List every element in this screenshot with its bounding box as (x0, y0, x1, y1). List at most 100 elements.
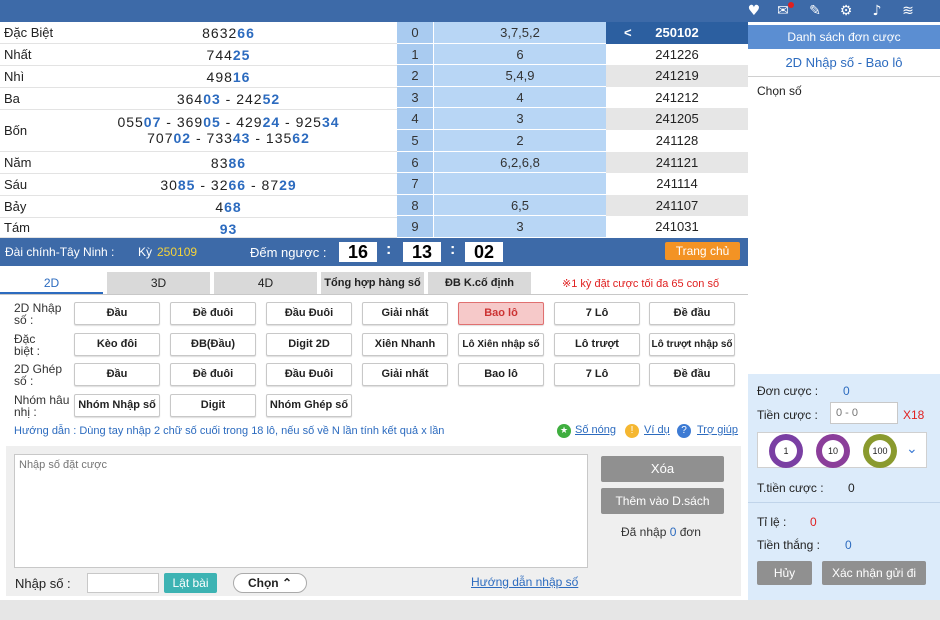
entered-count: Đã nhập 0 đơn (621, 525, 701, 539)
prize-name: Nhất (4, 47, 32, 62)
bet-slip-header: Danh sách đơn cược (748, 25, 940, 49)
top-bar: ♥ ✉ ✎ ⚙ ♪ ≋ (0, 0, 940, 22)
cancel-button[interactable]: Hủy (757, 561, 812, 585)
period-list: <250102 241226 241219 241212 241205 241128 241… (606, 22, 748, 238)
bet-type-button[interactable]: Đầu Đuôi (266, 363, 352, 386)
tab-2d[interactable]: 2D (0, 272, 103, 294)
bet-number-textarea[interactable] (14, 454, 588, 568)
chip-10[interactable]: 10 (816, 434, 850, 468)
bet-type-button[interactable]: Đề đầu (649, 302, 735, 325)
add-to-list-button[interactable]: Thêm vào D.sách (601, 488, 724, 514)
wifi-icon[interactable]: ≋ (898, 1, 918, 21)
tab-3d[interactable]: 3D (107, 272, 210, 294)
bet-type-button[interactable]: Lô trượt (554, 333, 640, 356)
bet-type-button[interactable]: Đầu (74, 363, 160, 386)
prize-name: Nhì (4, 69, 25, 84)
group-label: Nhóm hâu nhị : (14, 393, 70, 419)
group-label: Đặc biệt : (14, 332, 41, 358)
loto-values: 6,2,6,8 (434, 151, 606, 173)
period-item[interactable]: 241107 (606, 194, 748, 217)
group-label: 2D Ghép số : (14, 362, 63, 388)
bet-type-button[interactable]: Digit 2D (266, 333, 352, 356)
result-row: Nhất 74425 (0, 44, 397, 66)
bet-type-button[interactable]: Kèo đôi (74, 333, 160, 356)
gear-icon[interactable]: ⚙ (836, 1, 856, 21)
ky-value: 250109 (157, 245, 198, 259)
period-item[interactable]: 241114 (606, 173, 748, 195)
bet-type-button[interactable]: Xiên Nhanh (362, 333, 448, 356)
result-row: Tám 93 (0, 218, 397, 238)
bet-type-button[interactable]: Đề đuôi (170, 302, 256, 325)
win-label: Tiền thắng : (757, 538, 820, 552)
chip-100[interactable]: 100 (863, 434, 897, 468)
prize-name: Bốn (4, 123, 28, 138)
example-link[interactable]: Ví dụ (644, 424, 670, 436)
bet-type-button[interactable]: Bao lô (458, 363, 544, 386)
flip-card-button[interactable]: Lật bài (164, 573, 217, 593)
loto-row: 52 (397, 130, 606, 152)
bet-type-button[interactable]: Đầu (74, 302, 160, 325)
bet-type-button[interactable]: Đầu Đuôi (266, 302, 352, 325)
period-item[interactable]: 241212 (606, 87, 748, 109)
home-button[interactable]: Trang chủ (665, 242, 740, 260)
bet-slip-subtitle: 2D Nhập số - Bao lô (748, 49, 940, 77)
input-guide-link[interactable]: Hướng dẫn nhập số (471, 575, 578, 589)
loto-values: 4 (434, 86, 606, 108)
help-link[interactable]: Trợ giúp (697, 424, 738, 436)
bet-type-button[interactable]: Giải nhất (362, 363, 448, 386)
loto-digit: 0 (397, 22, 434, 43)
bet-type-button[interactable]: Đề đầu (649, 363, 735, 386)
loto-values: 6,5 (434, 194, 606, 216)
input-panel: Xóa Thêm vào D.sách Đã nhập 0 đơn Nhập s… (6, 446, 741, 596)
chip-1[interactable]: 1 (769, 434, 803, 468)
chevron-down-icon[interactable]: ⌄ (906, 441, 918, 457)
info-bar: Đài chính-Tây Ninh : Kỳ 250109 Đếm ngược… (0, 238, 748, 266)
order-label: Đơn cược : (757, 384, 819, 398)
chevron-left-icon[interactable]: < (624, 22, 632, 43)
number-input[interactable] (87, 573, 159, 593)
prize-name: Ba (4, 91, 20, 106)
station-label: Đài chính-Tây Ninh : (5, 245, 115, 259)
bet-type-button[interactable]: 7 Lô (554, 363, 640, 386)
amount-input[interactable] (830, 402, 898, 424)
bet-type-button[interactable]: Lô trượt nhập số (649, 333, 735, 356)
bet-type-button[interactable]: Bao lô (458, 302, 544, 325)
bet-type-button[interactable]: Giải nhất (362, 302, 448, 325)
chip-selector: 1 10 100 ⌄ (757, 432, 927, 468)
tab-4d[interactable]: 4D (214, 272, 317, 294)
results-table: Đặc Biệt 863266 Nhất 74425 Nhì 49816 Ba 36403 -… (0, 22, 397, 238)
confirm-send-button[interactable]: Xác nhận gửi đi (822, 561, 926, 585)
period-selected[interactable]: <250102 (606, 22, 748, 44)
period-item[interactable]: 241219 (606, 65, 748, 87)
tab-db-fixed[interactable]: ĐB K.cố định (428, 272, 531, 294)
prize-numbers: 468 (215, 199, 242, 215)
tab-summary[interactable]: Tổng hợp hàng số (321, 272, 424, 294)
bet-type-button[interactable]: Nhóm Ghép số (266, 394, 352, 417)
heart-icon[interactable]: ♥ (744, 1, 764, 21)
loto-values: 3 (434, 108, 606, 129)
sound-icon[interactable]: ♪ (867, 1, 887, 21)
total-value: 0 (848, 481, 855, 495)
countdown-hours: 16 (339, 242, 377, 262)
bet-type-button[interactable]: ĐB(Đầu) (170, 333, 256, 356)
loto-values: 3 (434, 216, 606, 237)
period-item[interactable]: 241128 (606, 130, 748, 152)
loto-row: 43 (397, 108, 606, 130)
period-item[interactable]: 241205 (606, 108, 748, 130)
prize-numbers: 36403 - 24252 (176, 91, 281, 107)
choose-dropdown[interactable]: Chọn ⌃ (233, 573, 307, 593)
period-item[interactable]: 241226 (606, 44, 748, 66)
prize-numbers: 93 (219, 221, 238, 237)
ky-label: Kỳ (138, 245, 153, 259)
bet-type-button[interactable]: Đề đuôi (170, 363, 256, 386)
period-item[interactable]: 241121 (606, 151, 748, 174)
prize-numbers: 3085 - 3266 - 8729 (160, 177, 297, 193)
period-item[interactable]: 241031 (606, 216, 748, 238)
bet-type-button[interactable]: Digit (170, 394, 256, 417)
bet-type-button[interactable]: Nhóm Nhập số (74, 394, 160, 417)
bet-type-button[interactable]: 7 Lô (554, 302, 640, 325)
hot-numbers-link[interactable]: Số nóng (575, 424, 616, 436)
tag-icon[interactable]: ✎ (805, 1, 825, 21)
clear-button[interactable]: Xóa (601, 456, 724, 482)
bet-type-button[interactable]: Lô Xiên nhập số (458, 333, 544, 356)
